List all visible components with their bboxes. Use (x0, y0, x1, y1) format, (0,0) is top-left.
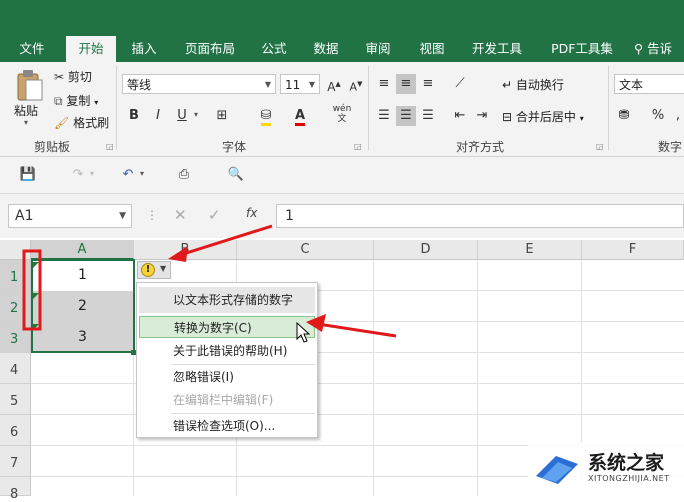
red-arrow-line (317, 322, 397, 338)
annotation-overlay (22, 224, 397, 338)
red-arrow-head (306, 314, 326, 332)
red-arrow-line (179, 224, 273, 257)
watermark-title: 系统之家 (588, 452, 665, 474)
watermark: 系统之家 XITONGZHIJIA.NET (528, 442, 684, 496)
watermark-url: XITONGZHIJIA.NET (588, 474, 670, 483)
logo-icon (536, 456, 578, 484)
red-arrow-head (168, 246, 188, 262)
red-highlight-box (22, 249, 42, 331)
